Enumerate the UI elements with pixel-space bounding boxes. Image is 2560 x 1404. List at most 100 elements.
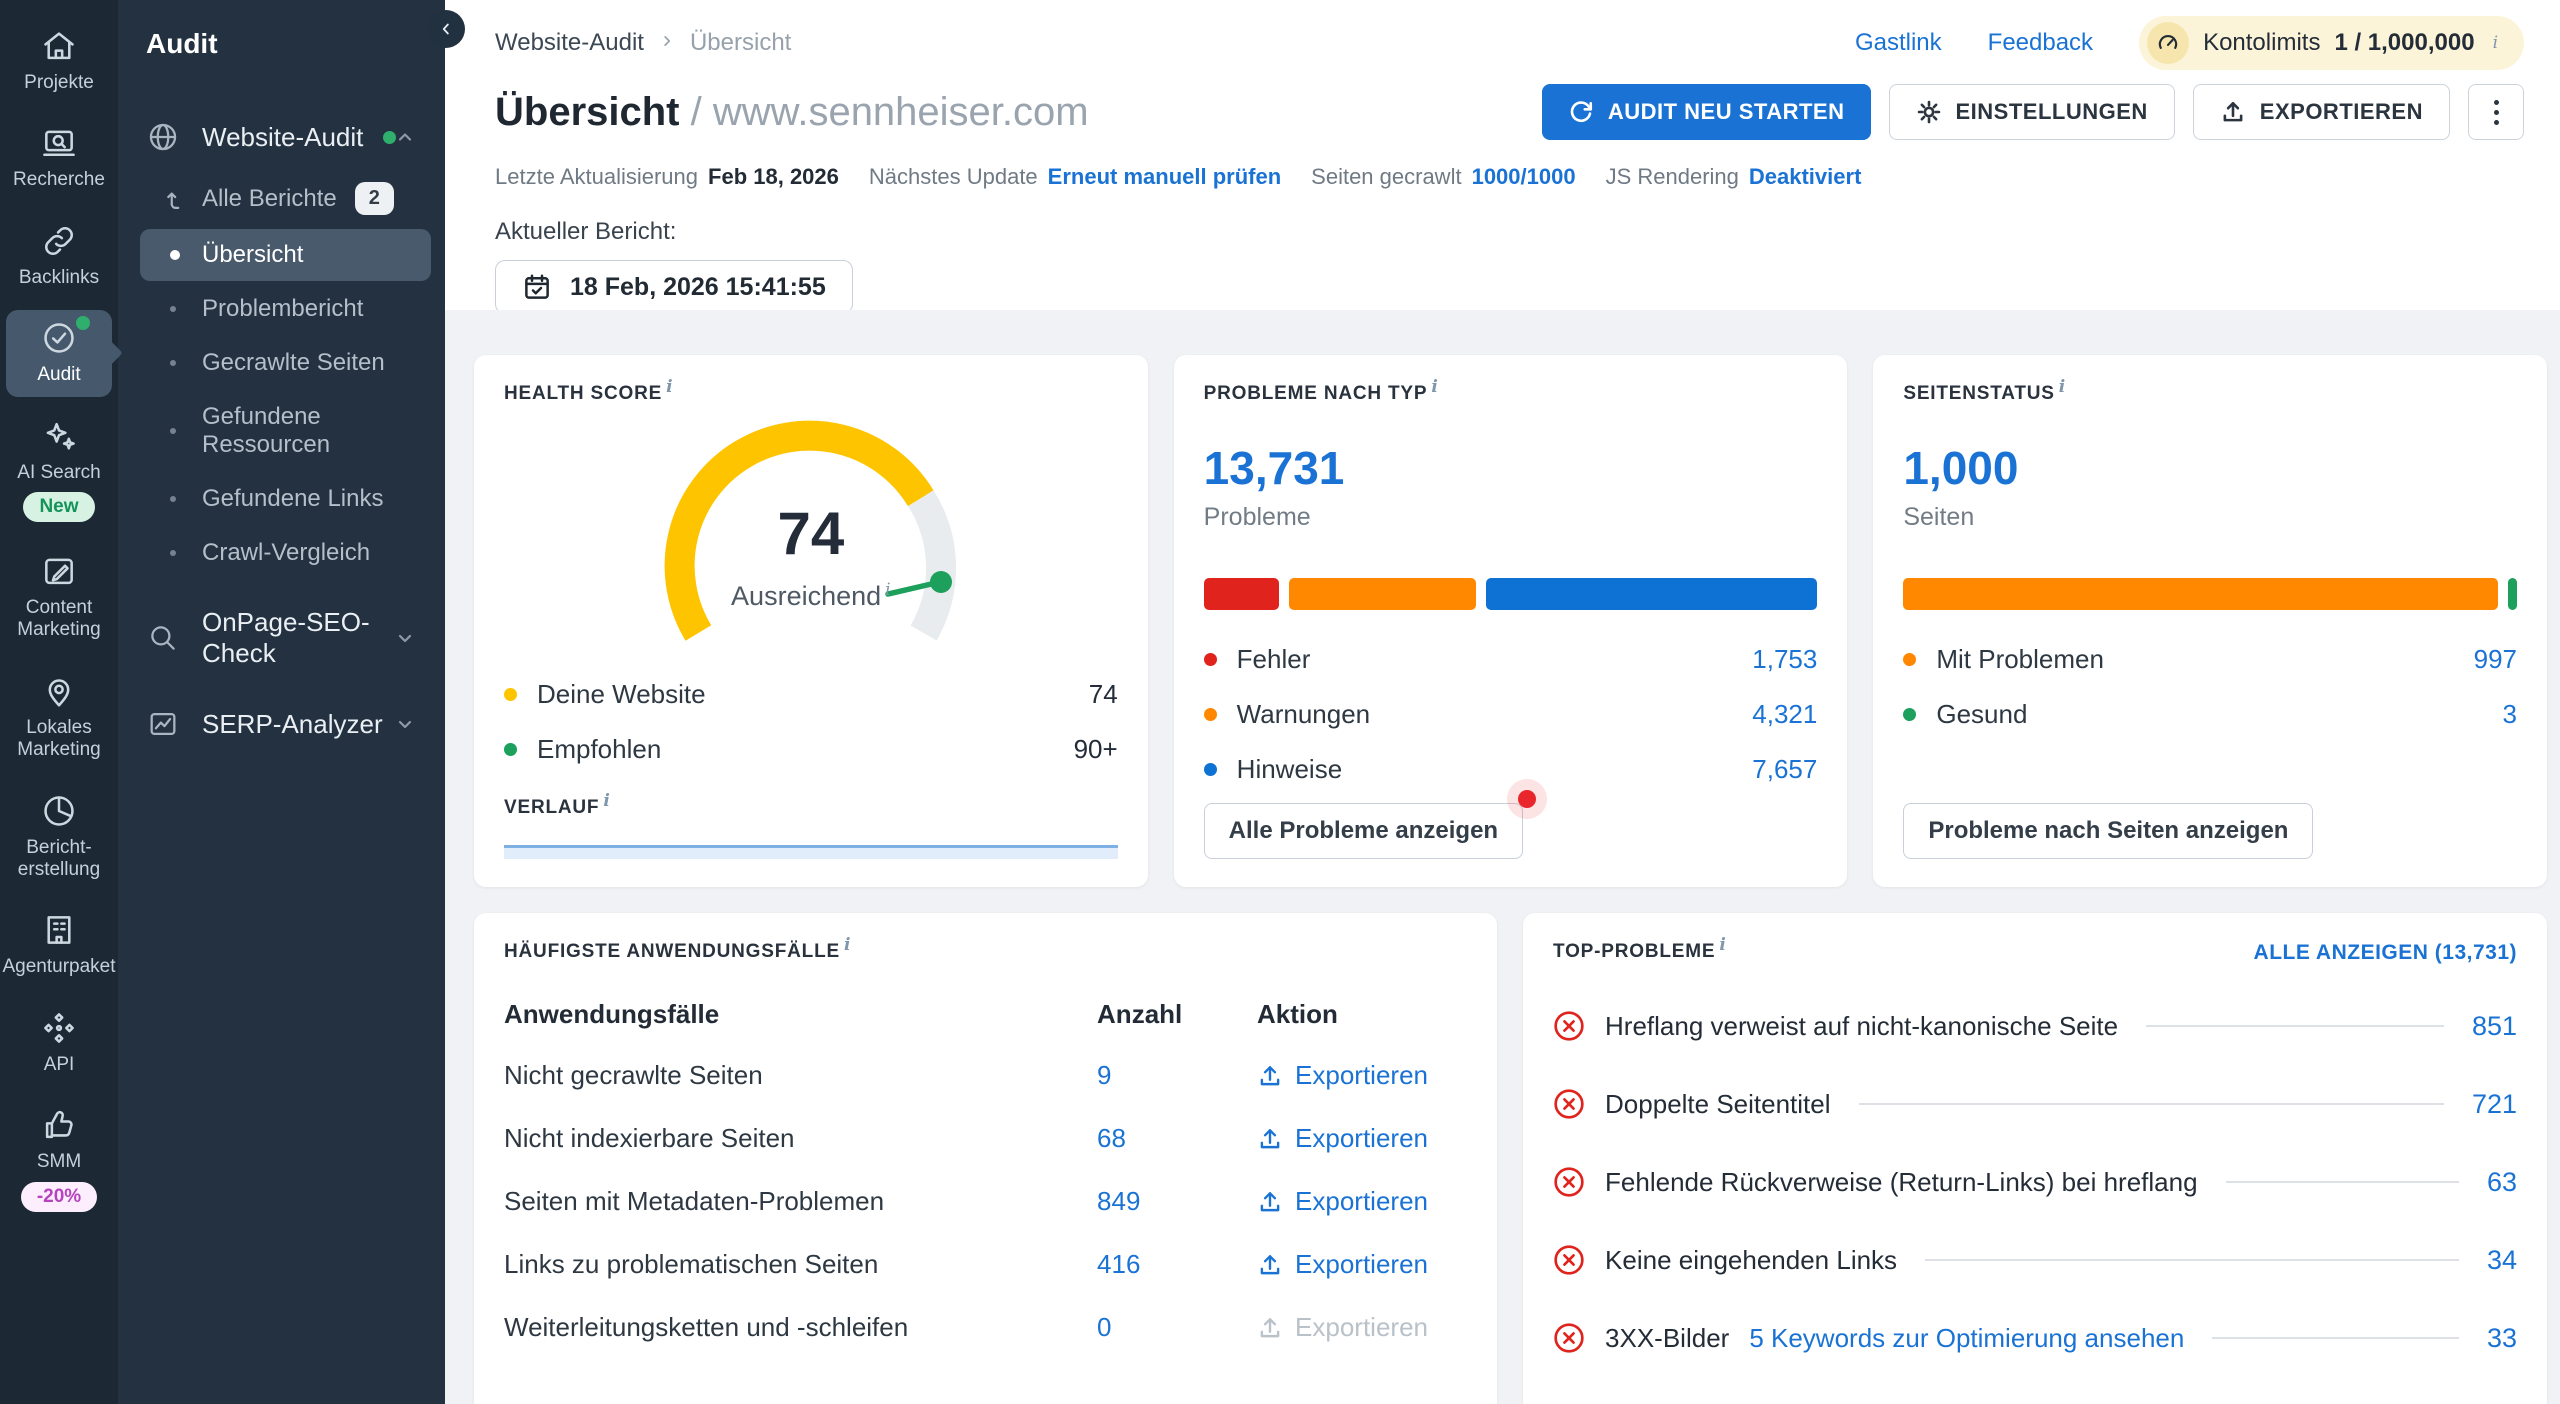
sidebar-section-website-audit[interactable]: Website-Audit <box>118 106 445 168</box>
export-button[interactable]: EXPORTIEREN <box>2193 84 2450 140</box>
issue-label[interactable]: Hreflang verweist auf nicht-kanonische S… <box>1605 1011 2118 1042</box>
rail-item-agenturpaket[interactable]: Agenturpaket <box>6 902 112 988</box>
chevron-up-icon[interactable] <box>393 125 417 149</box>
rail-item-audit[interactable]: Audit <box>6 310 112 396</box>
rail-item-api[interactable]: API <box>6 1000 112 1086</box>
export-link[interactable]: Exportieren <box>1257 1186 1467 1217</box>
health-history-chart[interactable] <box>504 845 1118 859</box>
report-date-picker[interactable]: 18 Feb, 2026 15:41:55 <box>495 260 853 314</box>
sidebar-item-uebersicht[interactable]: Übersicht <box>140 229 431 281</box>
sidebar-item-crawl-vergleich[interactable]: Crawl-Vergleich <box>140 527 431 579</box>
info-icon[interactable]: i <box>603 791 610 811</box>
use-cases-card: HÄUFIGSTE ANWENDUNGSFÄLLEi Anwendungsfäl… <box>474 913 1497 1404</box>
use-case-count[interactable]: 416 <box>1097 1249 1257 1280</box>
use-case-count[interactable]: 0 <box>1097 1312 1257 1343</box>
audit-sidebar: Audit Website-Audit Alle Berichte 2 Über… <box>118 0 445 1404</box>
sidebar-title: Audit <box>118 22 445 106</box>
bar-segment-with-issues <box>1903 578 2498 610</box>
issue-label[interactable]: Doppelte Seitentitel <box>1605 1089 1830 1120</box>
page-status-card: SEITENSTATUSi 1,000 Seiten Mit Problemen… <box>1873 355 2547 887</box>
restart-audit-button[interactable]: AUDIT NEU STARTEN <box>1542 84 1871 140</box>
export-link[interactable]: Exportieren <box>1257 1060 1467 1091</box>
rail-item-berichterstellung[interactable]: Bericht- erstellung <box>6 783 112 892</box>
smm-icon <box>40 1106 78 1144</box>
recheck-link[interactable]: Erneut manuell prüfen <box>1048 164 1281 190</box>
legend-row: Deine Website 74 <box>504 667 1118 722</box>
issue-count[interactable]: 63 <box>2487 1167 2517 1198</box>
rail-item-ai-search[interactable]: AI Search New <box>6 408 112 532</box>
sidebar-item-alle-berichte[interactable]: Alle Berichte 2 <box>140 170 431 227</box>
issue-count[interactable]: 851 <box>2472 1011 2517 1042</box>
rail-item-backlinks[interactable]: Backlinks <box>6 213 112 299</box>
rail-item-recherche[interactable]: Recherche <box>6 115 112 201</box>
legend-value[interactable]: 3 <box>2503 699 2517 730</box>
bullet-icon <box>170 428 176 434</box>
sidebar-item-label: Gecrawlte Seiten <box>202 349 385 377</box>
feedback-link[interactable]: Feedback <box>1988 29 2093 57</box>
account-limits-pill[interactable]: Kontolimits 1 / 1,000,000 i <box>2139 16 2524 70</box>
legend-value[interactable]: 4,321 <box>1752 699 1817 730</box>
sidebar-item-label: Gefundene Ressourcen <box>202 403 417 459</box>
issue-count[interactable]: 34 <box>2487 1245 2517 1276</box>
issue-label[interactable]: Keine eingehenden Links <box>1605 1245 1897 1276</box>
chevron-down-icon[interactable] <box>393 626 417 650</box>
issue-label[interactable]: 3XX-Bilder <box>1605 1323 1729 1354</box>
info-icon[interactable]: i <box>1431 377 1438 397</box>
sidebar-item-gefundene-links[interactable]: Gefundene Links <box>140 473 431 525</box>
pages-total[interactable]: 1,000 <box>1903 441 2517 495</box>
keywords-upsell-link[interactable]: 5 Keywords zur Optimierung ansehen <box>1749 1323 2184 1354</box>
issues-total[interactable]: 13,731 <box>1204 441 1818 495</box>
use-case-count[interactable]: 849 <box>1097 1186 1257 1217</box>
sidebar-section-onpage-seo-check[interactable]: OnPage-SEO-Check <box>118 593 445 683</box>
rail-item-content-marketing[interactable]: Content Marketing <box>6 543 112 652</box>
guest-link[interactable]: Gastlink <box>1855 29 1942 57</box>
js-rendering-value[interactable]: Deaktiviert <box>1749 164 1862 190</box>
error-icon <box>1553 1244 1585 1276</box>
issue-count[interactable]: 721 <box>2472 1089 2517 1120</box>
rail-item-smm[interactable]: SMM -20% <box>6 1097 112 1221</box>
legend-value[interactable]: 1,753 <box>1752 644 1817 675</box>
info-icon[interactable]: i <box>2059 377 2066 397</box>
info-icon[interactable]: i <box>885 580 890 600</box>
local-marketing-icon <box>40 672 78 710</box>
rail-item-projekte[interactable]: Projekte <box>6 18 112 104</box>
sidebar-section-serp-analyzer[interactable]: SERP-Analyzer <box>118 693 445 755</box>
collapse-sidebar-button[interactable] <box>427 10 465 48</box>
issues-by-page-button[interactable]: Probleme nach Seiten anzeigen <box>1903 803 2313 859</box>
rail-item-lokales-marketing[interactable]: Lokales Marketing <box>6 663 112 772</box>
show-all-issues-button[interactable]: Alle Probleme anzeigen <box>1204 803 1523 859</box>
view-all-link[interactable]: ALLE ANZEIGEN (13,731) <box>2254 941 2517 965</box>
issue-label[interactable]: Fehlende Rückverweise (Return-Links) bei… <box>1605 1167 2198 1198</box>
crawled-pages-value[interactable]: 1000/1000 <box>1472 164 1576 190</box>
export-link[interactable]: Exportieren <box>1257 1123 1467 1154</box>
sidebar-item-problembericht[interactable]: Problembericht <box>140 283 431 335</box>
column-header: Aktion <box>1257 999 1467 1030</box>
breadcrumb-parent[interactable]: Website-Audit <box>495 29 644 57</box>
api-icon <box>40 1009 78 1047</box>
info-icon[interactable]: i <box>666 377 673 397</box>
rail-item-label: Lokales Marketing <box>17 717 100 762</box>
main-content: Website-Audit Übersicht Gastlink Feedbac… <box>445 0 2560 1404</box>
bar-segment-healthy <box>2508 578 2517 610</box>
chevron-down-icon[interactable] <box>393 712 417 736</box>
gear-icon <box>1916 99 1942 125</box>
audit-meta-row: Letzte AktualisierungFeb 18, 2026 Nächst… <box>445 140 2560 190</box>
legend-value[interactable]: 997 <box>2474 644 2517 675</box>
issues-by-page-label: Probleme nach Seiten anzeigen <box>1928 817 2288 844</box>
sidebar-item-gefundene-ressourcen[interactable]: Gefundene Ressourcen <box>140 391 431 471</box>
agency-icon <box>40 911 78 949</box>
error-icon <box>1553 1010 1585 1042</box>
use-case-count[interactable]: 68 <box>1097 1123 1257 1154</box>
next-update-label: Nächstes Update <box>869 164 1038 190</box>
export-link[interactable]: Exportieren <box>1257 1249 1467 1280</box>
use-case-count[interactable]: 9 <box>1097 1060 1257 1091</box>
crawled-pages-label: Seiten gecrawlt <box>1311 164 1461 190</box>
settings-button[interactable]: EINSTELLUNGEN <box>1889 84 2175 140</box>
info-icon[interactable]: i <box>844 935 851 955</box>
issue-count[interactable]: 33 <box>2487 1323 2517 1354</box>
more-actions-button[interactable] <box>2468 84 2524 140</box>
legend-value[interactable]: 7,657 <box>1752 754 1817 785</box>
info-icon[interactable]: i <box>1719 935 1726 955</box>
sidebar-item-gecrawlte-seiten[interactable]: Gecrawlte Seiten <box>140 337 431 389</box>
legend-dot <box>1204 653 1217 666</box>
